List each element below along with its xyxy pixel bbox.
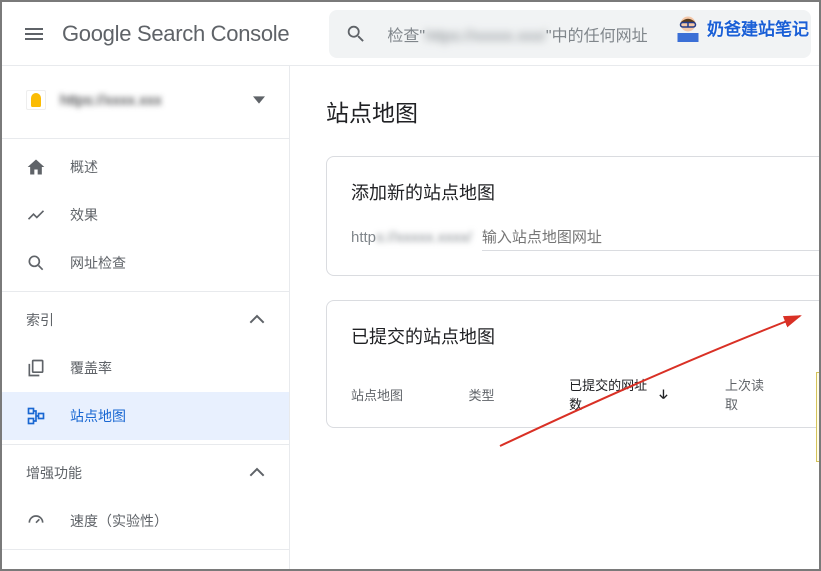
card-title: 已提交的站点地图 (327, 301, 819, 361)
main-content: 站点地图 添加新的站点地图 https://xxxxx.xxxx/ 已提交的站点… (290, 66, 819, 569)
property-text: https://xxxx.xxx (60, 92, 253, 109)
logo: Google Search Console (62, 21, 289, 47)
section-index[interactable]: 索引 (2, 296, 289, 344)
search-placeholder: 检查"https://xxxxx.xxx/"中的任何网址 (387, 22, 647, 46)
search-icon (345, 23, 367, 45)
section-label: 索引 (26, 310, 249, 330)
chevron-up-icon (249, 465, 265, 481)
url-prefix: https://xxxxx.xxxx/ (351, 229, 472, 246)
copy-icon (26, 358, 46, 378)
home-icon (26, 157, 46, 177)
section-enhance[interactable]: 增强功能 (2, 449, 289, 497)
col-sitemap[interactable]: 站点地图 (351, 375, 413, 413)
nav-label: 站点地图 (70, 406, 126, 426)
nav-speed[interactable]: 速度（实验性） (2, 497, 289, 545)
chevron-up-icon (249, 312, 265, 328)
section-security[interactable]: 安全问题和手动操作 (2, 554, 289, 569)
col-last-read[interactable]: 上次读取 (725, 375, 765, 413)
sidebar: https://xxxx.xxx 概述 效果 网址检查 索引 覆盖率 站点地图 (2, 66, 290, 569)
property-favicon (26, 90, 46, 110)
sitemap-url-input[interactable] (482, 225, 819, 251)
nav-performance[interactable]: 效果 (2, 191, 289, 239)
nav-overview[interactable]: 概述 (2, 143, 289, 191)
nav-label: 网址检查 (70, 253, 126, 273)
chart-icon (26, 205, 46, 225)
page-title: 站点地图 (326, 94, 819, 128)
dropdown-icon (253, 94, 265, 106)
sitemap-icon (26, 406, 46, 426)
arrow-down-icon (658, 388, 669, 400)
annotation-callout: 在这里提交sitemap地址。 (816, 372, 819, 462)
section-label: 安全问题和手动操作 (26, 568, 249, 569)
nav-label: 覆盖率 (70, 358, 112, 378)
col-submitted[interactable]: 已提交的网址数 (569, 375, 669, 413)
col-type[interactable]: 类型 (469, 375, 514, 413)
section-label: 增强功能 (26, 463, 249, 483)
magnifier-icon (26, 253, 46, 273)
nav-url-inspect[interactable]: 网址检查 (2, 239, 289, 287)
add-sitemap-card: 添加新的站点地图 https://xxxxx.xxxx/ (326, 156, 819, 276)
card-title: 添加新的站点地图 (327, 157, 819, 217)
property-selector[interactable]: https://xxxx.xxx (2, 66, 289, 134)
speed-icon (26, 511, 46, 531)
menu-icon[interactable] (10, 10, 58, 58)
search-input[interactable]: 检查"https://xxxxx.xxx/"中的任何网址 (329, 10, 811, 58)
nav-label: 概述 (70, 157, 98, 177)
nav-label: 速度（实验性） (70, 511, 168, 531)
submitted-sitemaps-card: 已提交的站点地图 站点地图 类型 已提交的网址数 上次读取 (326, 300, 819, 428)
nav-coverage[interactable]: 覆盖率 (2, 344, 289, 392)
table-header: 站点地图 类型 已提交的网址数 上次读取 (327, 361, 819, 427)
nav-label: 效果 (70, 205, 98, 225)
nav-sitemaps[interactable]: 站点地图 (2, 392, 289, 440)
